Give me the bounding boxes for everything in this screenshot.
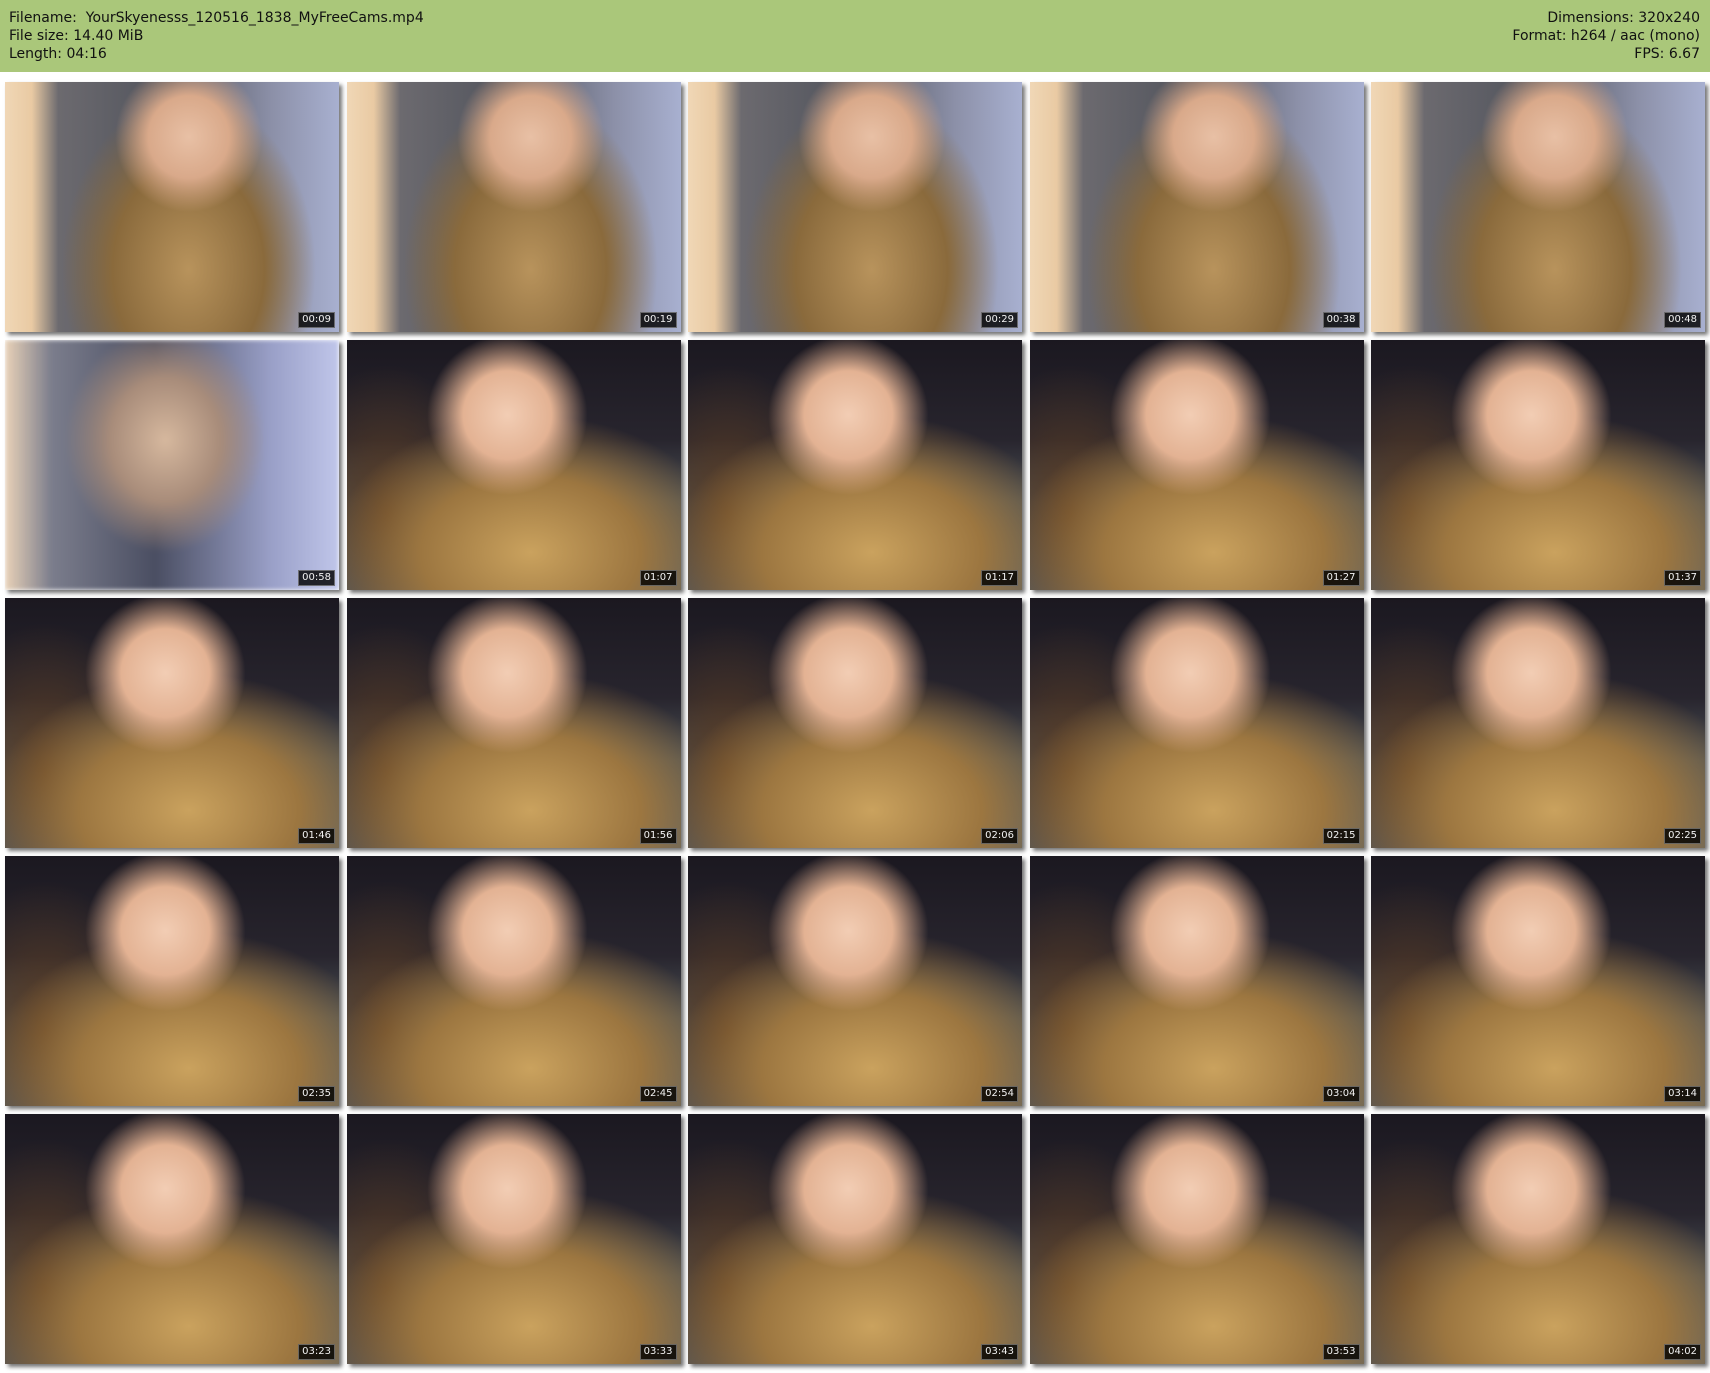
video-thumbnail: 02:35 <box>5 856 339 1106</box>
timestamp-label: 01:07 <box>639 570 677 586</box>
video-thumbnail: 00:29 <box>688 82 1022 332</box>
video-thumbnail: 03:33 <box>346 1114 681 1364</box>
thumbnail-frame <box>346 598 681 848</box>
length-row: Length: 04:16 <box>9 45 424 63</box>
dimensions-value: 320x240 <box>1638 10 1700 26</box>
filesize-label: File size: <box>9 28 69 44</box>
length-value: 04:16 <box>66 46 107 62</box>
video-thumbnail: 03:23 <box>5 1114 339 1364</box>
format-value: h264 / aac (mono) <box>1570 28 1700 44</box>
info-header: Filename: YourSkyenesss_120516_1838_MyFr… <box>0 0 1710 72</box>
timestamp-label: 03:04 <box>1322 1086 1360 1102</box>
thumbnail-frame <box>5 598 339 848</box>
video-thumbnail: 04:02 <box>1371 1114 1705 1364</box>
thumbnail-frame <box>346 1114 681 1364</box>
timestamp-label: 00:29 <box>981 312 1018 328</box>
thumbnail-frame <box>1371 598 1705 848</box>
timestamp-label: 00:58 <box>298 570 335 586</box>
filesize-row: File size: 14.40 MiB <box>9 27 424 45</box>
video-thumbnail: 03:53 <box>1029 1114 1364 1364</box>
thumbnail-frame <box>5 856 339 1106</box>
thumbnail-frame <box>1029 340 1364 590</box>
thumbnail-frame <box>5 82 339 332</box>
video-thumbnail: 01:17 <box>688 340 1022 590</box>
filename-row: Filename: YourSkyenesss_120516_1838_MyFr… <box>9 9 424 27</box>
thumbnail-frame <box>1029 82 1364 332</box>
format-label: Format: <box>1512 28 1567 44</box>
timestamp-label: 01:27 <box>1322 570 1360 586</box>
thumbnail-frame <box>346 340 681 590</box>
video-thumbnail: 02:15 <box>1029 598 1364 848</box>
timestamp-label: 02:15 <box>1322 828 1360 844</box>
timestamp-label: 04:02 <box>1664 1344 1701 1360</box>
thumbnail-frame <box>688 856 1022 1106</box>
fps-label: FPS: <box>1634 46 1665 62</box>
thumbnail-frame <box>688 1114 1022 1364</box>
timestamp-label: 00:09 <box>298 312 335 328</box>
thumbnail-frame <box>1029 1114 1364 1364</box>
timestamp-label: 03:33 <box>639 1344 677 1360</box>
format-row: Format: h264 / aac (mono) <box>1512 27 1700 45</box>
length-label: Length: <box>9 46 63 62</box>
fps-row: FPS: 6.67 <box>1512 45 1700 63</box>
timestamp-label: 03:53 <box>1322 1344 1360 1360</box>
video-thumbnail: 00:09 <box>5 82 339 332</box>
file-info: Filename: YourSkyenesss_120516_1838_MyFr… <box>9 9 424 63</box>
fps-value: 6.67 <box>1668 46 1700 62</box>
thumbnail-frame <box>346 82 681 332</box>
timestamp-label: 03:23 <box>298 1344 335 1360</box>
timestamp-label: 00:19 <box>639 312 677 328</box>
filename-label: Filename: <box>9 10 77 26</box>
timestamp-label: 02:06 <box>981 828 1018 844</box>
timestamp-label: 00:38 <box>1322 312 1360 328</box>
video-thumbnail: 00:38 <box>1029 82 1364 332</box>
thumbnail-frame <box>1371 856 1705 1106</box>
thumbnail-frame <box>1371 340 1705 590</box>
video-thumbnail: 03:04 <box>1029 856 1364 1106</box>
timestamp-label: 03:14 <box>1664 1086 1701 1102</box>
video-thumbnail: 00:19 <box>346 82 681 332</box>
thumbnail-frame <box>5 340 339 590</box>
dimensions-label: Dimensions: <box>1547 10 1634 26</box>
thumbnail-frame <box>1371 82 1705 332</box>
thumbnail-frame <box>1029 598 1364 848</box>
video-thumbnail: 03:43 <box>688 1114 1022 1364</box>
timestamp-label: 01:37 <box>1664 570 1701 586</box>
video-thumbnail: 01:46 <box>5 598 339 848</box>
video-thumbnail: 01:56 <box>346 598 681 848</box>
thumbnail-frame <box>1029 856 1364 1106</box>
filename-value: YourSkyenesss_120516_1838_MyFreeCams.mp4 <box>85 10 424 26</box>
video-thumbnail: 02:45 <box>346 856 681 1106</box>
video-thumbnail: 01:07 <box>346 340 681 590</box>
timestamp-label: 00:48 <box>1664 312 1701 328</box>
thumbnail-frame <box>5 1114 339 1364</box>
video-thumbnail: 01:27 <box>1029 340 1364 590</box>
thumbnail-frame <box>346 856 681 1106</box>
thumbnail-frame <box>688 82 1022 332</box>
timestamp-label: 02:35 <box>298 1086 335 1102</box>
video-thumbnail: 00:58 <box>5 340 339 590</box>
timestamp-label: 01:17 <box>981 570 1018 586</box>
timestamp-label: 01:46 <box>298 828 335 844</box>
video-thumbnail: 02:06 <box>688 598 1022 848</box>
thumbnail-frame <box>688 340 1022 590</box>
dimensions-row: Dimensions: 320x240 <box>1512 9 1700 27</box>
timestamp-label: 02:45 <box>639 1086 677 1102</box>
filesize-value: 14.40 MiB <box>73 28 144 44</box>
video-thumbnail: 02:54 <box>688 856 1022 1106</box>
timestamp-label: 02:25 <box>1664 828 1701 844</box>
video-thumbnail: 03:14 <box>1371 856 1705 1106</box>
video-thumbnail: 02:25 <box>1371 598 1705 848</box>
video-thumbnail: 00:48 <box>1371 82 1705 332</box>
thumbnail-frame <box>688 598 1022 848</box>
timestamp-label: 02:54 <box>981 1086 1018 1102</box>
video-thumbnail: 01:37 <box>1371 340 1705 590</box>
media-info: Dimensions: 320x240 Format: h264 / aac (… <box>1512 9 1700 63</box>
thumbnail-frame <box>1371 1114 1705 1364</box>
timestamp-label: 03:43 <box>981 1344 1018 1360</box>
timestamp-label: 01:56 <box>639 828 677 844</box>
